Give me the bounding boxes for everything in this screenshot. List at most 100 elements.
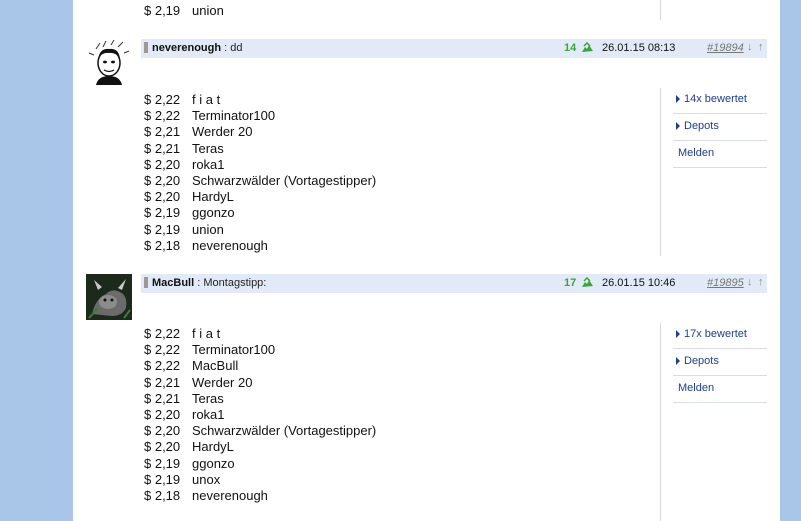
entry-name: Werder 20	[192, 374, 253, 390]
triangle-right-icon	[676, 122, 680, 130]
post-subject: Montagstipp:	[203, 277, 267, 289]
entry-name: union	[192, 221, 224, 237]
post-header: MacBull : Montagstipp: 17 26.01.15 10:46…	[141, 274, 767, 293]
entry-price: $ 2,21	[144, 140, 181, 156]
forum-page: $ 2,19 union neverenough : dd 14 26.01.1…	[73, 0, 780, 521]
entry-price: $ 2,19	[144, 471, 181, 487]
author-name[interactable]: neverenough	[152, 42, 221, 54]
entry-price: $ 2,22	[144, 92, 181, 107]
ratings-label[interactable]: 14x bewertet	[684, 93, 747, 105]
post-body: $ 2,22 f i a t $ 2,22 Terminator100 $ 2,21…	[144, 92, 376, 254]
list-item: $ 2,19 union	[144, 222, 376, 238]
entry-name: neverenough	[192, 237, 268, 253]
entry-name: roka1	[192, 406, 225, 422]
depots-link[interactable]: Depots	[673, 349, 767, 376]
list-item: $ 2,22 Terminator100	[144, 108, 376, 124]
header-separator: :	[224, 42, 228, 54]
list-item: $ 2,20 HardyL	[144, 439, 376, 455]
list-item: $ 2,22 MacBull	[144, 358, 376, 374]
entry-price: $ 2,21	[144, 390, 181, 406]
report-link[interactable]: Melden	[673, 376, 767, 403]
header-separator: :	[197, 277, 201, 289]
list-item: $ 2,19 union	[144, 3, 224, 19]
arrow-down-icon[interactable]: ↓	[747, 41, 753, 53]
triangle-right-icon	[676, 330, 680, 338]
entry-name: Schwarzwälder (Vortagestipper)	[192, 172, 377, 188]
entry-name: roka1	[192, 156, 225, 172]
entry-name: ggonzo	[192, 205, 235, 221]
list-item: $ 2,18 neverenough	[144, 238, 376, 254]
list-item: $ 2,21 Werder 20	[144, 124, 376, 140]
post-marker	[144, 277, 148, 288]
post-number-link[interactable]: #19895	[707, 277, 744, 289]
depots-label[interactable]: Depots	[684, 120, 719, 132]
ratings-link[interactable]: 14x bewertet	[673, 87, 767, 114]
ratings-link[interactable]: 17x bewertet	[673, 322, 767, 349]
list-item: $ 2,18 neverenough	[144, 488, 376, 504]
report-label[interactable]: Melden	[678, 382, 714, 394]
arrow-up-icon[interactable]: ↑	[758, 276, 764, 288]
avatar[interactable]	[86, 274, 132, 320]
entry-name: Terminator100	[192, 108, 276, 124]
thumbs-up-icon[interactable]	[581, 276, 593, 289]
entry-price: $ 2,19	[144, 3, 181, 18]
previous-post-fragment: $ 2,19 union	[144, 3, 224, 19]
entry-name: unox	[192, 471, 221, 487]
post-score: 14	[564, 42, 577, 54]
entry-name: Teras	[192, 140, 224, 156]
entry-name: HardyL	[192, 439, 234, 455]
entry-price: $ 2,20	[144, 423, 181, 439]
entry-price: $ 2,20	[144, 189, 181, 205]
depots-label[interactable]: Depots	[684, 355, 719, 367]
thumbs-up-icon[interactable]	[581, 41, 593, 54]
entry-name: HardyL	[192, 189, 234, 205]
triangle-right-icon	[676, 95, 680, 103]
entry-name: neverenough	[192, 487, 268, 503]
post-sidebar: 14x bewertet Depots Melden	[673, 87, 767, 168]
post-score: 17	[564, 277, 577, 289]
list-item: $ 2,20 roka1	[144, 157, 376, 173]
entry-name: Werder 20	[192, 124, 253, 140]
report-label[interactable]: Melden	[678, 147, 714, 159]
post-body: $ 2,22 f i a t $ 2,22 Terminator100 $ 2,22…	[144, 326, 376, 504]
post-author[interactable]: MacBull : Montagstipp:	[152, 277, 266, 289]
post-header: neverenough : dd 14 26.01.15 08:13 #1989…	[141, 39, 767, 58]
list-item: $ 2,19 ggonzo	[144, 205, 376, 221]
entry-price: $ 2,22	[144, 342, 181, 358]
post-marker	[144, 42, 148, 53]
ratings-label[interactable]: 17x bewertet	[684, 328, 747, 340]
entry-name: union	[192, 3, 224, 18]
entry-price: $ 2,20	[144, 172, 181, 188]
post-date: 26.01.15 08:13	[602, 42, 676, 54]
avatar[interactable]	[86, 39, 132, 85]
author-name[interactable]: MacBull	[152, 277, 194, 289]
post-divider	[660, 0, 661, 20]
list-item: $ 2,19 ggonzo	[144, 456, 376, 472]
list-item: $ 2,22 f i a t	[144, 326, 376, 342]
entry-price: $ 2,21	[144, 374, 181, 390]
arrow-up-icon[interactable]: ↑	[758, 41, 764, 53]
entry-name: f i a t	[192, 92, 221, 107]
entry-price: $ 2,20	[144, 406, 181, 422]
entry-price: $ 2,19	[144, 455, 181, 471]
report-link[interactable]: Melden	[673, 141, 767, 168]
triangle-right-icon	[676, 357, 680, 365]
list-item: $ 2,20 Schwarzwälder (Vortagestipper)	[144, 173, 376, 189]
entry-price: $ 2,22	[144, 358, 181, 374]
arrow-down-icon[interactable]: ↓	[747, 276, 753, 288]
list-item: $ 2,21 Werder 20	[144, 375, 376, 391]
entry-price: $ 2,20	[144, 439, 181, 455]
post-divider	[660, 88, 661, 256]
entry-price: $ 2,19	[144, 205, 181, 221]
list-item: $ 2,22 f i a t	[144, 92, 376, 108]
list-item: $ 2,20 HardyL	[144, 189, 376, 205]
post-number-link[interactable]: #19894	[707, 42, 744, 54]
entry-price: $ 2,20	[144, 156, 181, 172]
entry-name: MacBull	[192, 358, 239, 374]
entry-price: $ 2,22	[144, 108, 181, 124]
entry-name: f i a t	[192, 326, 221, 341]
list-item: $ 2,19 unox	[144, 472, 376, 488]
depots-link[interactable]: Depots	[673, 114, 767, 141]
post-author[interactable]: neverenough : dd	[152, 42, 243, 54]
entry-price: $ 2,21	[144, 124, 181, 140]
